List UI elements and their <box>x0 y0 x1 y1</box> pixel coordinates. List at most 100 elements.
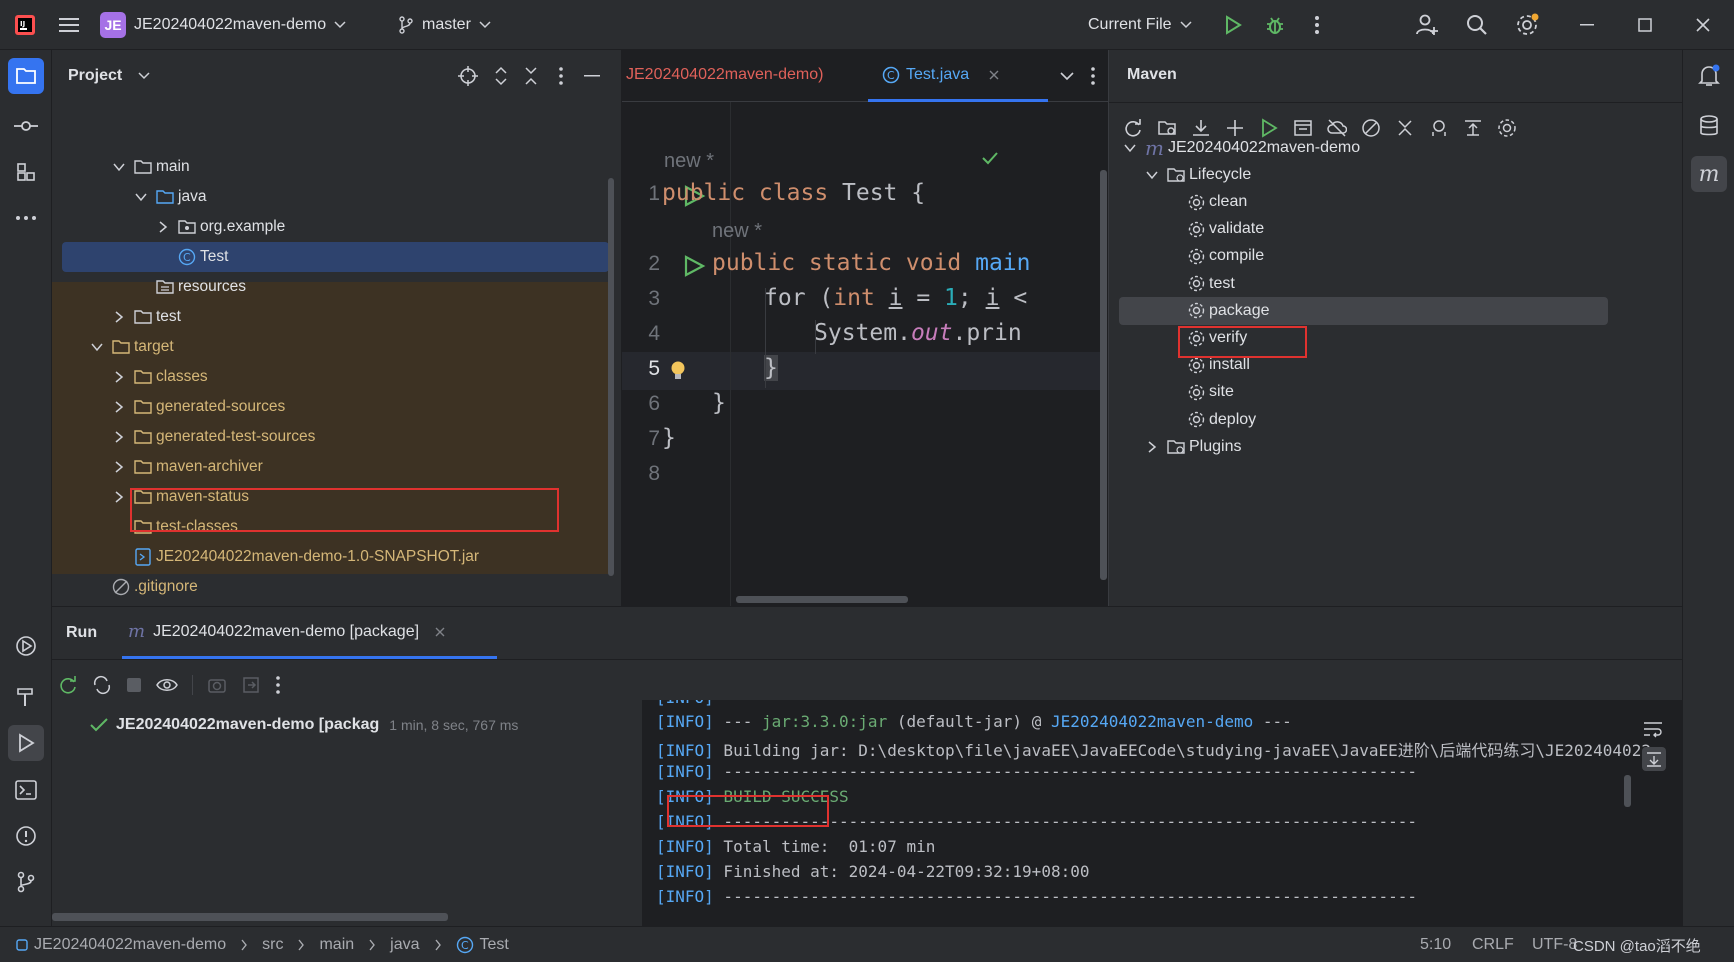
maximize-icon[interactable] <box>1632 12 1658 38</box>
chevron-right-icon[interactable] <box>112 490 126 504</box>
maven-goal-validate[interactable]: validate <box>1187 214 1264 244</box>
project-switcher[interactable]: JE JE202404022maven-demo <box>100 0 346 50</box>
chevron-right-icon[interactable] <box>112 400 126 414</box>
chevron-right-icon[interactable] <box>112 310 126 324</box>
maven-lifecycle-node[interactable]: Lifecycle <box>1145 160 1251 190</box>
scroll-to-end-button[interactable] <box>1642 747 1666 771</box>
toggle-tree-icon[interactable] <box>1463 118 1483 138</box>
run-config-tab[interactable]: m JE202404022maven-demo [package] <box>122 607 497 659</box>
editor-tab-previous[interactable]: JE202404022maven-demo) <box>626 66 823 84</box>
services-tool-button[interactable] <box>8 628 44 664</box>
project-tree-item[interactable]: classes <box>52 362 609 392</box>
lightbulb-icon[interactable] <box>670 360 686 382</box>
problems-tool-button[interactable] <box>8 818 44 854</box>
code-vision-hint[interactable]: new * <box>664 150 714 173</box>
more-actions-icon[interactable] <box>1304 12 1330 38</box>
console-scrollbar[interactable] <box>1624 775 1631 807</box>
intellij-logo-icon[interactable]: IJ <box>12 12 38 38</box>
database-tool-button[interactable] <box>1691 108 1727 144</box>
settings-icon[interactable] <box>1514 12 1540 38</box>
project-tree-item[interactable]: maven-archiver <box>52 452 609 482</box>
main-menu-icon[interactable] <box>56 12 82 38</box>
camera-icon[interactable] <box>207 675 227 695</box>
chevron-right-icon[interactable] <box>112 460 126 474</box>
project-tree-item[interactable]: JE202404022maven-demo-1.0-SNAPSHOT.jar <box>52 542 609 572</box>
chevron-down-icon[interactable] <box>138 72 150 80</box>
code-line-3[interactable]: for (int i = 1; i < <box>764 285 1027 311</box>
export-icon[interactable] <box>241 675 261 695</box>
maven-goal-site[interactable]: site <box>1187 377 1234 407</box>
soft-wrap-icon[interactable] <box>1642 719 1664 739</box>
eye-icon[interactable] <box>156 675 178 695</box>
maven-goal-compile[interactable]: compile <box>1187 241 1264 271</box>
breadcrumb-item[interactable]: java <box>390 936 419 954</box>
run-gutter-icon[interactable] <box>682 254 706 278</box>
project-tree-item[interactable]: .gitignore <box>52 572 609 602</box>
rerun-icon[interactable] <box>58 675 78 695</box>
project-scrollbar[interactable] <box>608 178 614 576</box>
maven-tool-button[interactable]: m <box>1691 156 1727 192</box>
chevron-down-icon[interactable] <box>1145 168 1159 182</box>
chevron-down-icon[interactable] <box>134 190 148 204</box>
caret-position[interactable]: 5:10 <box>1420 927 1451 962</box>
run-tree-item[interactable]: JE202404022maven-demo [packag 1 min, 8 s… <box>90 713 518 737</box>
stop-icon[interactable] <box>126 677 142 693</box>
project-tree-item[interactable]: main <box>52 152 609 182</box>
run-more-icon[interactable] <box>275 675 281 695</box>
code-line-4[interactable]: System.out.prin <box>814 320 1022 346</box>
chevron-right-icon[interactable] <box>156 220 170 234</box>
code-line-5[interactable]: } <box>764 355 778 381</box>
search-icon[interactable] <box>1464 12 1490 38</box>
maven-goal-deploy[interactable]: deploy <box>1187 405 1256 435</box>
file-encoding[interactable]: UTF-8 <box>1532 927 1577 962</box>
chevron-right-icon[interactable] <box>112 430 126 444</box>
show-dependencies-icon[interactable] <box>1429 118 1449 138</box>
code-line-2[interactable]: public static void main <box>712 250 1031 276</box>
maven-goal-clean[interactable]: clean <box>1187 187 1247 217</box>
expand-all-icon[interactable] <box>494 66 508 86</box>
project-tree-item[interactable]: generated-sources <box>52 392 609 422</box>
maven-project-node[interactable]: m JE202404022maven-demo <box>1123 133 1360 163</box>
editor-tab-test-java[interactable]: C Test.java <box>868 50 1048 102</box>
maven-goal-test[interactable]: test <box>1187 269 1235 299</box>
minimize-icon[interactable] <box>1574 12 1600 38</box>
chevron-right-icon[interactable] <box>112 370 126 384</box>
project-tree-item[interactable]: test <box>52 302 609 332</box>
collapse-all-icon[interactable] <box>1395 118 1415 138</box>
breadcrumb-item[interactable]: main <box>319 936 354 954</box>
maven-goal-package[interactable]: package <box>1187 296 1270 326</box>
maven-plugins-node[interactable]: Plugins <box>1145 432 1241 462</box>
maven-settings-icon[interactable] <box>1497 118 1517 138</box>
project-tool-button[interactable] <box>8 58 44 94</box>
skip-tests-icon[interactable] <box>1361 118 1381 138</box>
options-icon[interactable] <box>558 66 564 86</box>
project-tree-item[interactable]: generated-test-sources <box>52 422 609 452</box>
line-separator[interactable]: CRLF <box>1472 927 1514 962</box>
toggle-view-icon[interactable] <box>92 675 112 695</box>
hide-icon[interactable] <box>584 75 600 77</box>
project-tree-item[interactable]: C Test <box>62 242 609 272</box>
chevron-down-icon[interactable] <box>90 340 104 354</box>
code-line-7[interactable]: } <box>662 425 676 451</box>
collapse-all-icon[interactable] <box>524 66 538 86</box>
project-panel-title[interactable]: Project <box>68 67 122 85</box>
project-tree-item[interactable]: java <box>52 182 609 212</box>
code-line-1[interactable]: public class Test { <box>662 180 925 206</box>
no-problems-check-icon[interactable] <box>982 151 998 165</box>
notifications-button[interactable] <box>1691 58 1727 94</box>
add-user-icon[interactable] <box>1414 12 1440 38</box>
more-tools-button[interactable] <box>8 200 44 236</box>
run-tool-button[interactable] <box>8 725 44 761</box>
editor-horizontal-scrollbar[interactable] <box>736 596 908 603</box>
breadcrumb-item[interactable]: src <box>262 936 283 954</box>
tabs-dropdown-icon[interactable] <box>1060 72 1074 81</box>
run-icon[interactable] <box>1220 12 1246 38</box>
chevron-right-icon[interactable] <box>1145 440 1159 454</box>
project-tree-item[interactable]: resources <box>52 272 609 302</box>
project-tree-item[interactable]: org.example <box>52 212 609 242</box>
breadcrumb-item[interactable]: Test <box>480 936 509 954</box>
locate-icon[interactable] <box>458 66 478 86</box>
terminal-tool-button[interactable] <box>8 772 44 808</box>
code-line-6[interactable]: } <box>712 390 726 416</box>
debug-icon[interactable] <box>1262 12 1288 38</box>
